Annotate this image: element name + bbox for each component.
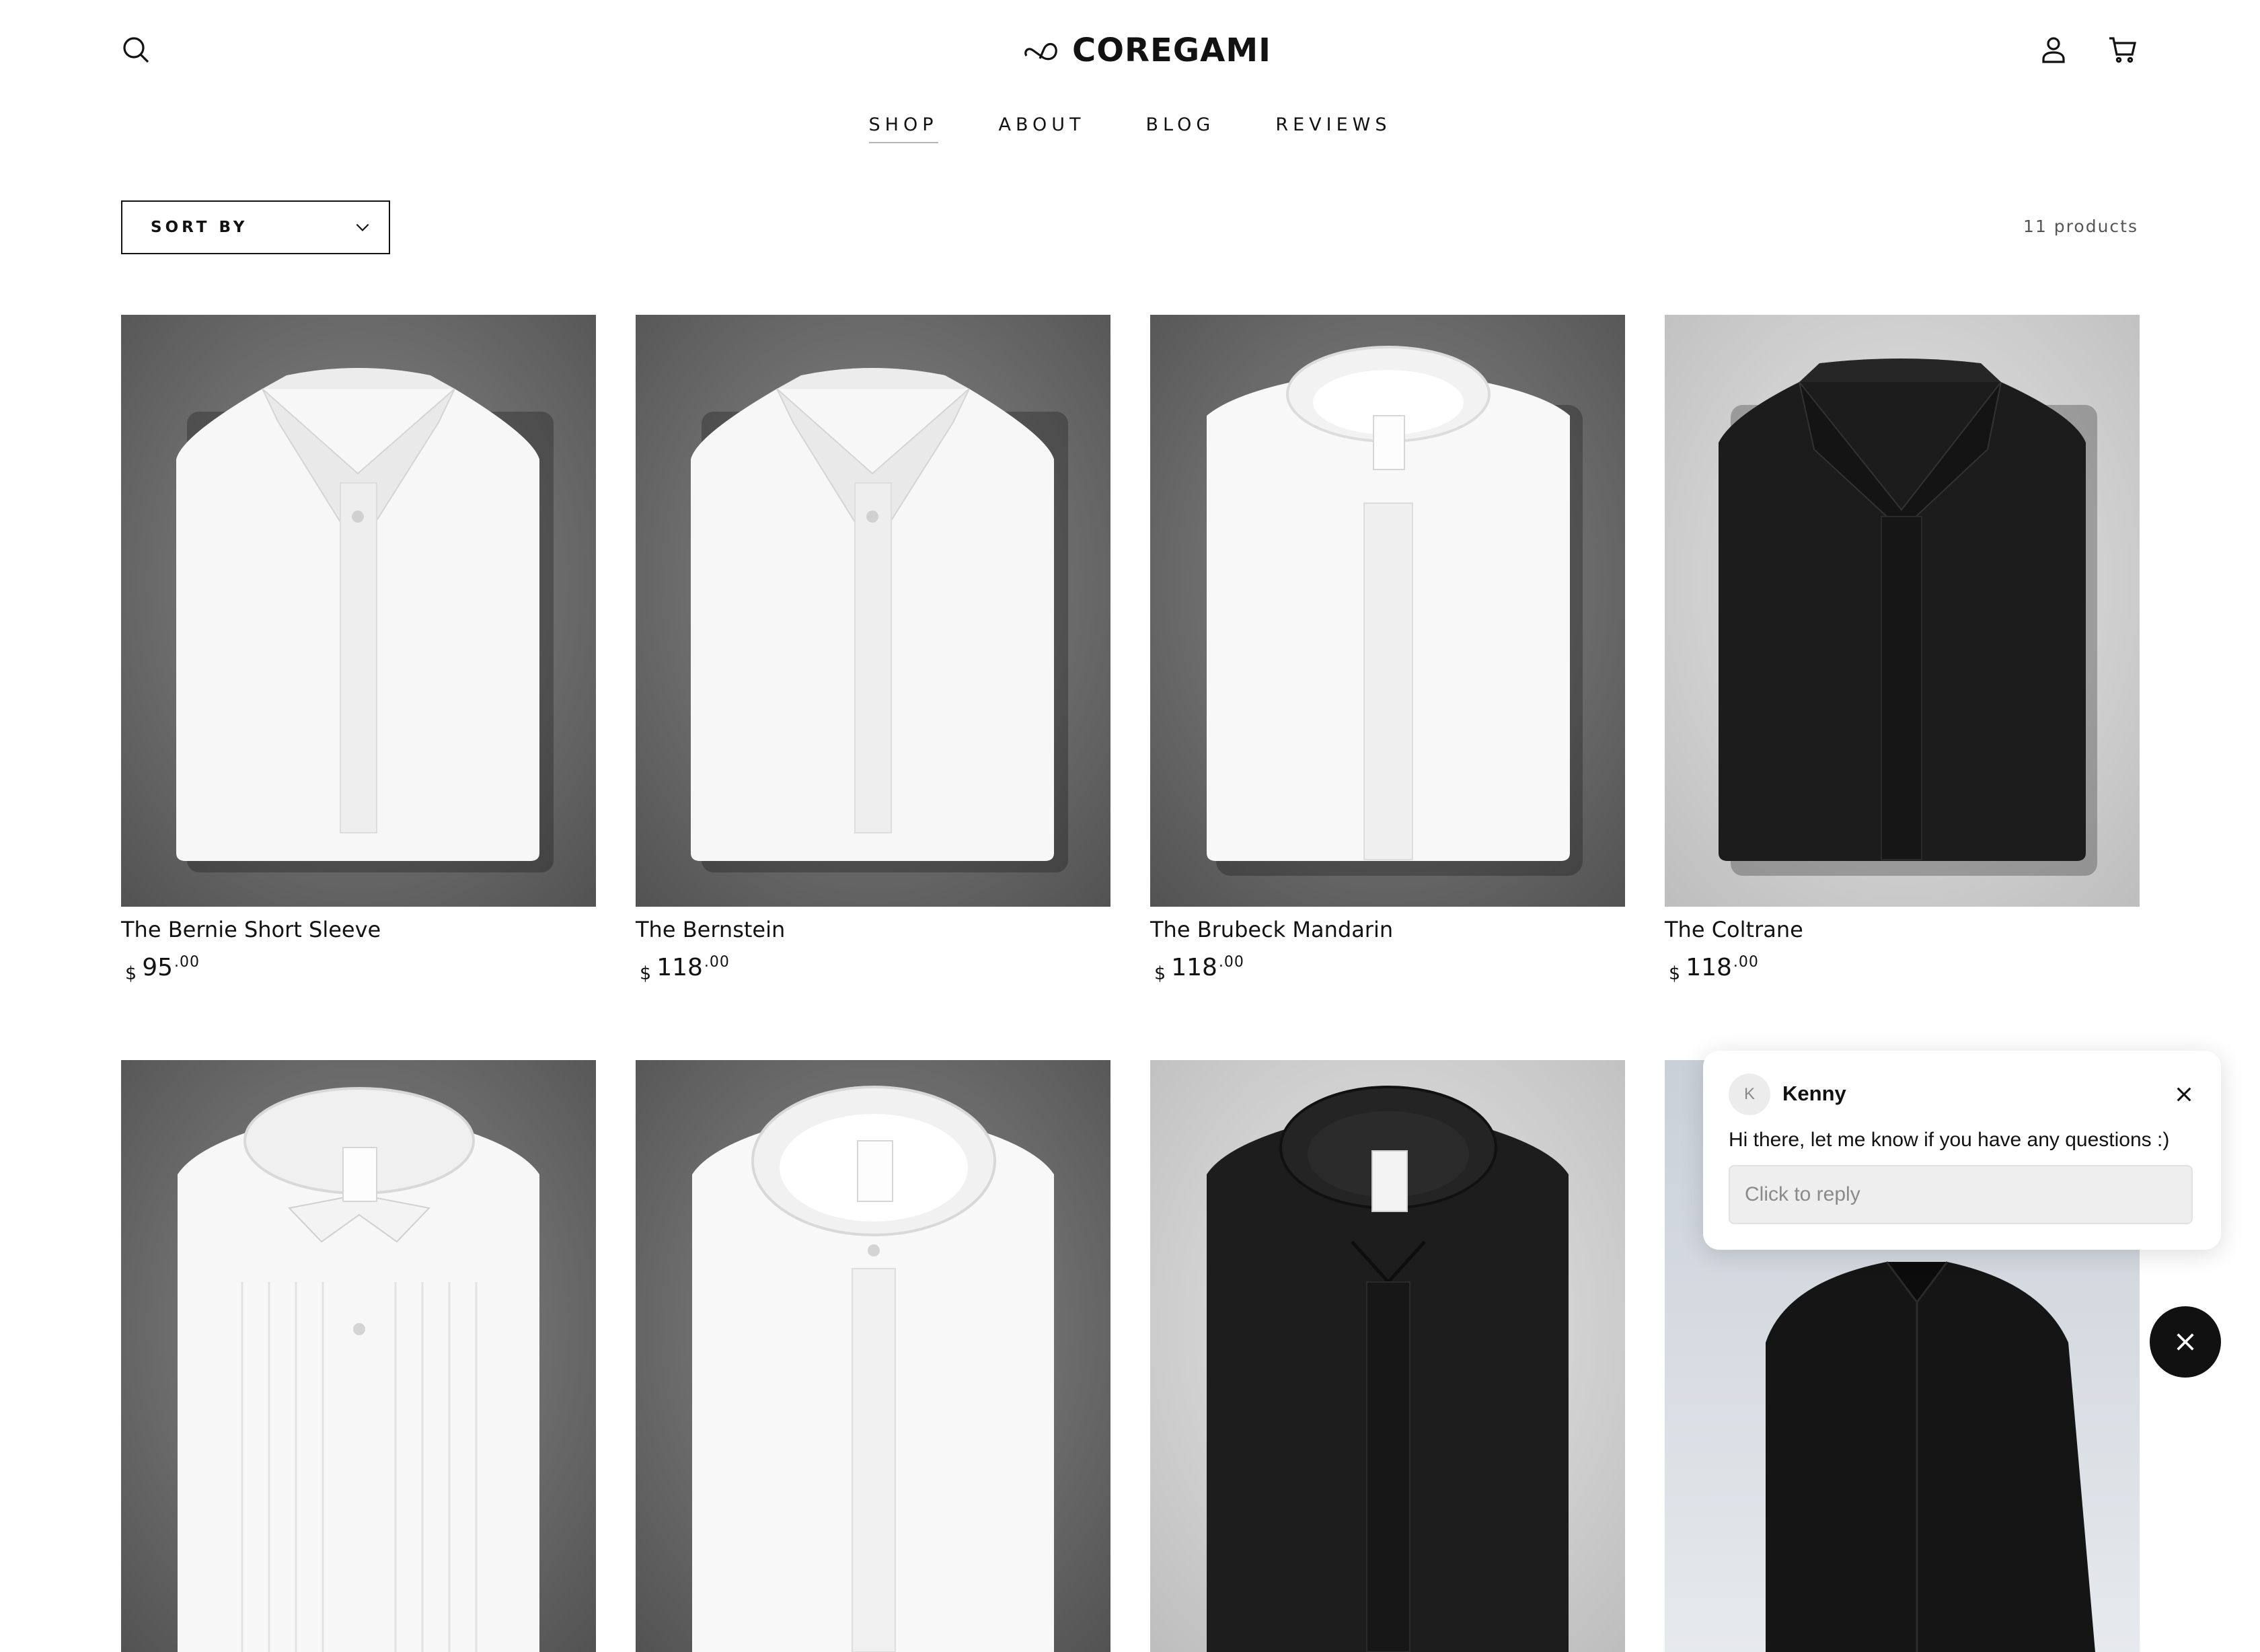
product-title[interactable]: The Bernie Short Sleeve [121,917,381,942]
chat-popup: K Kenny Hi there, let me know if you hav… [1703,1051,2221,1250]
price-amount: 118 [1686,954,1732,981]
agent-name: Kenny [1782,1082,1846,1105]
brand-logo[interactable]: COREGAMI [1022,27,1271,74]
cart-icon [2109,37,2137,63]
main-nav: SHOP ABOUT BLOG REVIEWS [0,114,2260,143]
nav-item-blog[interactable]: BLOG [1146,114,1215,143]
chat-toggle-button[interactable] [2150,1306,2221,1378]
sort-by-dropdown[interactable]: SORT BY [121,200,390,254]
nav-item-about[interactable]: ABOUT [999,114,1086,143]
product-image[interactable] [1150,1060,1625,1652]
search-button[interactable] [109,23,163,77]
chevron-down-icon [356,223,369,231]
user-icon [2042,37,2065,63]
price-cents: .00 [704,954,730,971]
product-image[interactable] [121,315,596,907]
product-price: $ 118 .00 [1154,954,1244,984]
sort-by-label: SORT BY [151,219,248,236]
product-price: $ 118 .00 [1669,954,1759,984]
price-currency: $ [125,963,137,984]
nav-item-reviews[interactable]: REVIEWS [1275,114,1391,143]
price-cents: .00 [174,954,200,971]
price-currency: $ [1154,963,1166,984]
cart-button[interactable] [2096,23,2150,77]
chat-message: Hi there, let me know if you have any qu… [1729,1129,2170,1151]
price-currency: $ [1669,963,1681,984]
product-image[interactable] [636,1060,1110,1652]
product-image[interactable] [1665,315,2140,907]
product-image[interactable] [121,1060,596,1652]
product-count: 11 products [2023,217,2138,236]
close-icon [2177,1333,2194,1351]
product-title[interactable]: The Coltrane [1665,917,1803,942]
product-title[interactable]: The Brubeck Mandarin [1150,917,1393,942]
price-amount: 118 [1171,954,1217,981]
price-amount: 95 [142,954,173,981]
price-amount: 118 [656,954,703,981]
search-icon [123,37,149,63]
product-price: $ 95 .00 [125,954,200,984]
chat-reply-input[interactable] [1729,1165,2193,1224]
price-currency: $ [640,963,652,984]
account-button[interactable] [2027,23,2080,77]
product-image[interactable] [636,315,1110,907]
product-image[interactable] [1150,315,1625,907]
nav-item-shop[interactable]: SHOP [868,114,938,143]
product-price: $ 118 .00 [640,954,730,984]
product-title[interactable]: The Bernstein [636,917,785,942]
price-cents: .00 [1733,954,1759,971]
site-header: COREGAMI [0,0,2260,101]
infinity-logo-icon [1024,42,1057,61]
agent-avatar: K [1729,1074,1770,1115]
chat-close-button[interactable] [2167,1078,2201,1111]
brand-name: COREGAMI [1072,32,1271,69]
close-icon [2177,1087,2191,1102]
price-cents: .00 [1218,954,1244,971]
